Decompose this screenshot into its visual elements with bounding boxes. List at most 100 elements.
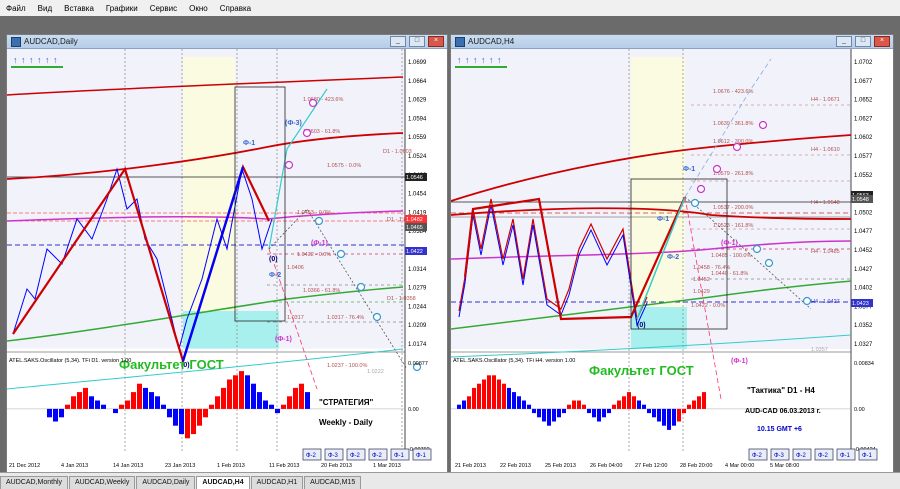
close-button[interactable]: × — [428, 36, 444, 47]
date-label: 1 Mar 2013 — [373, 463, 401, 469]
chart-tab[interactable]: AUDCAD,H1 — [250, 476, 304, 489]
minimize-button[interactable]: _ — [390, 36, 406, 47]
fib-target-marker — [732, 142, 742, 152]
minimize-button[interactable]: _ — [836, 36, 852, 47]
wave-button-label: Ф-3 — [328, 453, 339, 459]
wave-button-label: Ф-2 — [306, 453, 317, 459]
oscillator-bar — [59, 408, 64, 418]
level-label: 1.0317 — [287, 315, 304, 321]
price-scale-label: 1.0427 — [854, 267, 873, 273]
window-titlebar[interactable]: AUDCAD,Daily _ □ × — [7, 35, 447, 49]
level-label: D1 - 1.0358 — [387, 296, 416, 302]
price-scale-label: 1.0327 — [854, 342, 873, 348]
oscillator-bar — [131, 392, 136, 409]
oscillator-bar — [692, 400, 696, 409]
wave-label: (Ф-1) — [731, 358, 748, 365]
chart-tab[interactable]: AUDCAD,H4 — [196, 476, 250, 489]
chart-canvas-h4[interactable]: 1.0702 1.0677 1.0652 1.0627 1.0602 1.0577 1.05… — [451, 49, 893, 473]
menu-item-6[interactable]: Справка — [214, 4, 257, 13]
oscillator-bar — [293, 387, 298, 409]
wave-button-label: Ф-1 — [416, 453, 427, 459]
price-scale-label: 1.0452 — [854, 248, 873, 254]
fib-target-marker — [696, 184, 706, 194]
oscillator-bar — [71, 396, 76, 409]
price-scale-label: 1.0664 — [408, 79, 427, 85]
chart-tab[interactable]: AUDCAD,Daily — [136, 476, 196, 489]
oscillator-bar — [602, 408, 606, 418]
level-label: 1.0429 — [693, 289, 710, 295]
up-arrow-icon: ↑ — [465, 55, 470, 65]
date-label: 14 Jan 2013 — [113, 463, 143, 469]
oscillator-bar — [287, 396, 292, 409]
oscillator-bar — [532, 408, 536, 414]
date-label: 5 Mar 08:00 — [770, 463, 799, 469]
oscillator-bar — [227, 379, 232, 409]
date-label: 1 Feb 2013 — [217, 463, 245, 469]
fib-target-marker — [802, 296, 812, 306]
oscillator-bar — [587, 408, 591, 414]
oscillator-bar — [77, 392, 82, 409]
oscillator-bar — [251, 383, 256, 409]
osc-scale-label: 0.00877 — [408, 361, 428, 367]
date-label: 25 Feb 2013 — [545, 463, 576, 469]
osc-scale-label: 0.00834 — [854, 361, 874, 367]
oscillator-bar — [275, 408, 280, 414]
oscillator-bar — [239, 371, 244, 409]
price-scale-label: 1.0702 — [854, 60, 873, 66]
oscillator-bar — [607, 408, 611, 414]
level-label: H4 - 1.0671 — [811, 97, 840, 103]
oscillator-bar — [65, 404, 70, 409]
chart-canvas-daily[interactable]: 1.06991.06641.06291.05941.05591.05241.04… — [7, 49, 447, 473]
chart-tab[interactable]: AUDCAD,M15 — [304, 476, 362, 489]
menu-item-5[interactable]: Окно — [183, 4, 214, 13]
oscillator-bar — [582, 404, 586, 409]
price-tag-label: 1.0482 — [406, 217, 423, 223]
level-label: H4 - 1.0485 — [811, 249, 840, 255]
chart-window-icon — [11, 36, 21, 47]
fib-target-marker — [302, 128, 312, 138]
oscillator-bar — [562, 408, 566, 414]
price-scale-label: 1.0559 — [408, 135, 427, 141]
fib-target-marker — [712, 164, 722, 174]
wave-button-label: Ф-1 — [840, 453, 851, 459]
oscillator-bar — [467, 396, 471, 409]
price-scale-label: 1.0602 — [854, 135, 873, 141]
menu-item-4[interactable]: Сервис — [144, 4, 183, 13]
watermark-text: Факультет ГОСТ — [119, 357, 224, 372]
maximize-button[interactable]: □ — [855, 36, 871, 47]
menu-item-1[interactable]: Вид — [32, 4, 58, 13]
price-scale-label: 1.0552 — [854, 173, 873, 179]
oscillator-bar — [547, 408, 551, 426]
level-label: 1.0317 - 76.4% — [327, 315, 364, 321]
oscillator-bar — [542, 408, 546, 422]
date-label: 22 Feb 2013 — [500, 463, 531, 469]
chart-tab[interactable]: AUDCAD,Weekly — [69, 476, 136, 489]
wave-label: Ф-1 — [683, 166, 695, 173]
menu-item-3[interactable]: Графики — [100, 4, 144, 13]
price-tag-label: 1.0546 — [406, 175, 423, 181]
chart-window-h4[interactable]: AUDCAD,H4 _ □ × 1.0702 1.0677 1.0652 1.0627… — [450, 34, 894, 474]
panel-caption: 10.15 GMT +6 — [757, 426, 802, 433]
oscillator-bar — [95, 400, 100, 409]
chart-tab[interactable]: AUDCAD,Monthly — [0, 476, 69, 489]
oscillator-bar — [572, 400, 576, 409]
chart-window-daily[interactable]: AUDCAD,Daily _ □ × 1.0699 1.0664 1.0629 1.0… — [6, 34, 448, 474]
menu-item-2[interactable]: Вставка — [58, 4, 100, 13]
menu-item-0[interactable]: Файл — [0, 4, 32, 13]
maximize-button[interactable]: □ — [409, 36, 425, 47]
oscillator-bar — [537, 408, 541, 418]
price-scale-label: 1.0629 — [408, 98, 427, 104]
time-zone-highlight — [183, 57, 235, 349]
close-button[interactable]: × — [874, 36, 890, 47]
wave-label: (0) — [269, 256, 278, 263]
price-scale-label: 1.0402 — [854, 286, 873, 292]
level-label: H4 - 1.0548 — [811, 200, 840, 206]
oscillator-bar — [299, 383, 304, 409]
wave-label: (Ф-1) — [311, 240, 328, 247]
window-titlebar[interactable]: AUDCAD,H4 _ □ × — [451, 35, 893, 49]
oscillator-bar — [502, 383, 506, 409]
wave-button-label: Ф-3 — [774, 453, 785, 459]
panel-caption: "Тактика" D1 - H4 — [747, 386, 815, 395]
price-scale-label: 1.0279 — [408, 286, 427, 292]
osc-scale-label: 0.00 — [408, 407, 419, 413]
